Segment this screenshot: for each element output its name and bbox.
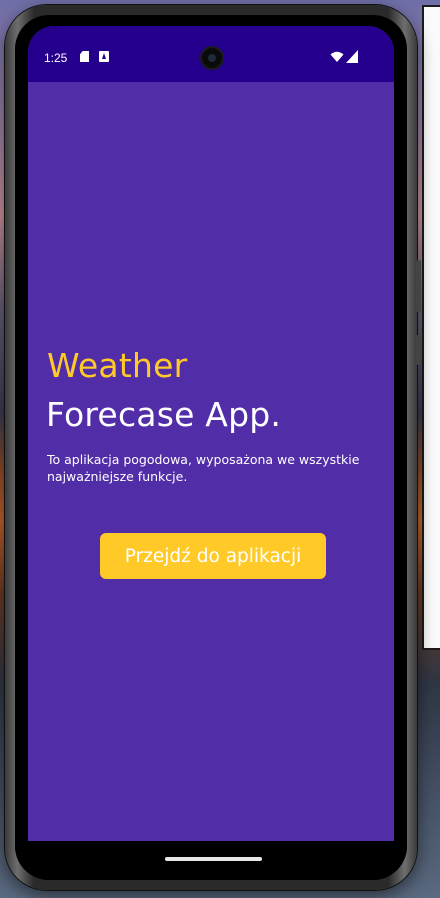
go-to-app-button[interactable]: Przejdź do aplikacji [100, 533, 326, 579]
title-weather: Weather [47, 346, 188, 385]
a-notification-icon [99, 51, 109, 62]
sd-card-icon [80, 51, 89, 62]
desktop-window-edge [422, 5, 440, 650]
phone-frame: 1:25 Weather Forecase App. To aplikacja … [5, 5, 421, 890]
app-description: To aplikacja pogodowa, wyposażona we wsz… [47, 452, 360, 484]
app-screen: 1:25 Weather Forecase App. To aplikacja … [28, 26, 394, 851]
phone-bezel: 1:25 Weather Forecase App. To aplikacja … [15, 15, 407, 880]
volume-button [416, 260, 421, 312]
power-button [416, 335, 421, 365]
home-indicator[interactable] [165, 857, 262, 861]
title-forecast-app: Forecase App. [46, 395, 282, 434]
main-content: Weather Forecase App. To aplikacja pogod… [28, 82, 394, 851]
front-camera-icon [200, 46, 224, 70]
wifi-icon [330, 51, 344, 62]
navigation-bar [15, 841, 407, 880]
status-time: 1:25 [44, 51, 68, 65]
signal-icon [346, 50, 358, 63]
status-bar: 1:25 [28, 26, 394, 82]
